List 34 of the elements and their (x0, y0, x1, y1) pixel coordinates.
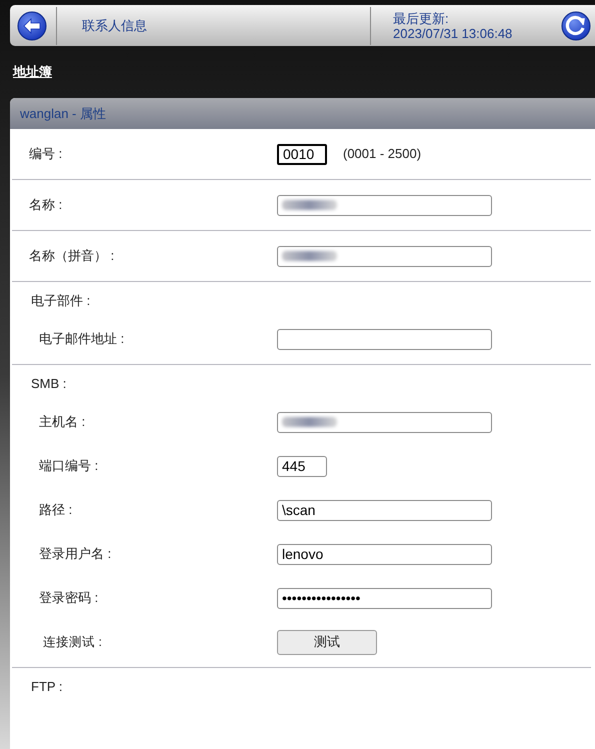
field-label: 电子邮件地址 : (39, 330, 126, 348)
input-field[interactable]: lenovo (277, 544, 492, 564)
blurred-text (282, 251, 337, 261)
input-field[interactable]: \scan (277, 500, 492, 520)
section-heading: SMB : (31, 375, 66, 394)
field-label: 名称（拼音） : (29, 247, 116, 266)
field-label: 登录密码 : (39, 589, 100, 608)
field-label: 连接测试 : (42, 634, 103, 651)
breadcrumb-link[interactable]: 地址簿 (13, 62, 52, 82)
field-label: 端口编号 : (39, 457, 100, 476)
input-field[interactable]: 0010 (277, 144, 327, 164)
field-label: 编号 : (29, 145, 64, 164)
page-title: 联系人信息 (82, 16, 148, 35)
update-time: 2023/07/31 13:06:48 (393, 26, 514, 40)
input-field[interactable] (277, 328, 492, 350)
section-heading: FTP : (31, 678, 63, 696)
input-field[interactable] (277, 246, 492, 266)
blurred-text (282, 200, 337, 210)
refresh-icon[interactable] (561, 10, 591, 40)
input-field[interactable]: 445 (277, 456, 327, 476)
field-label: 主机名 : (39, 413, 86, 432)
section-heading: 电子部件 : (31, 292, 90, 310)
field-label: 路径 : (39, 501, 74, 520)
range-hint: (0001 - 2500) (343, 145, 422, 164)
input-field[interactable] (277, 194, 492, 216)
update-label: 最后更新: (393, 10, 450, 26)
back-icon[interactable] (17, 10, 47, 40)
input-field[interactable]: •••••••••••••••• (277, 588, 492, 608)
test-button[interactable]: 测试 (277, 630, 377, 654)
field-label: 登录用户名 : (39, 545, 112, 564)
blurred-text (282, 417, 337, 427)
field-label: 名称 : (29, 196, 64, 214)
panel-title: wanglan - 属性 (20, 104, 106, 123)
input-field[interactable] (277, 412, 492, 432)
